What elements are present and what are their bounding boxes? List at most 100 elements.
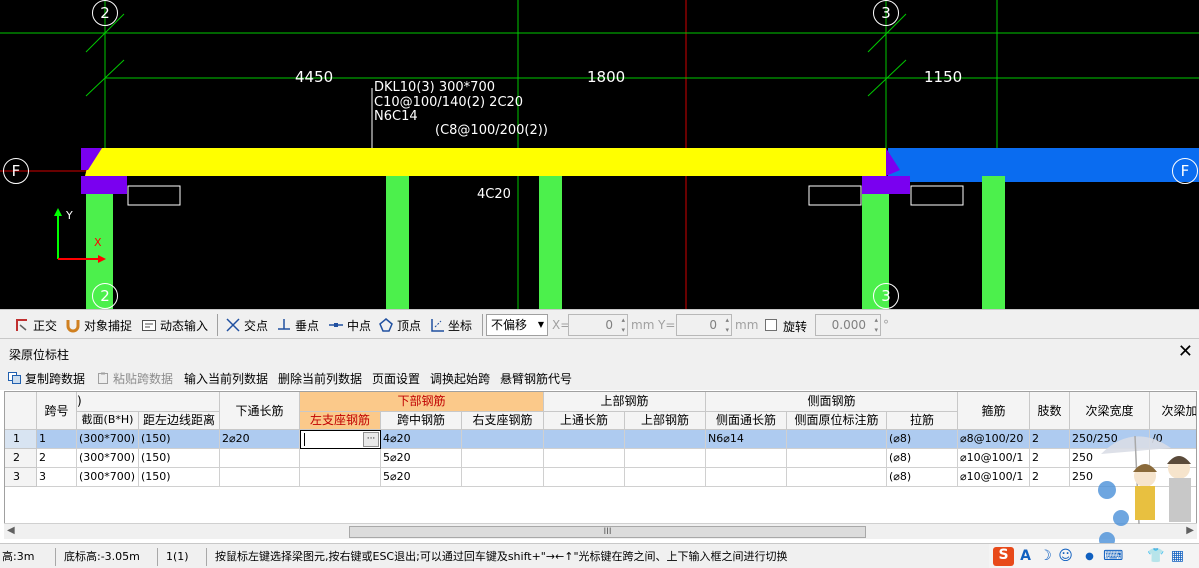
cell-section[interactable]: (300*700) — [77, 430, 139, 449]
language-icon[interactable]: A — [1017, 548, 1034, 565]
cell-top-through[interactable] — [544, 468, 625, 487]
sogou-ime-icon[interactable]: S — [993, 547, 1014, 566]
col-header-legs[interactable]: 肢数 — [1030, 392, 1070, 430]
moon-icon[interactable]: ☽ — [1037, 548, 1054, 565]
cell-tie[interactable]: (⌀8) — [887, 430, 958, 449]
col-header-stirrup[interactable]: 箍筋 — [958, 392, 1030, 430]
input-column-button[interactable]: 输入当前列数据 — [184, 370, 268, 387]
cantilever-code-button[interactable]: 悬臂钢筋代号 — [500, 370, 572, 387]
cell-left-support-editor[interactable]: ··· — [300, 430, 381, 449]
col-header-sub-beam-width[interactable]: 次梁宽度 — [1070, 392, 1150, 430]
cell-mid-span[interactable]: 5⌀20 — [381, 468, 462, 487]
cell-bottom-through[interactable] — [220, 468, 300, 487]
col-header-left-support[interactable]: 左支座钢筋 — [300, 412, 381, 430]
copy-span-button[interactable]: 复制跨数据 — [8, 370, 85, 387]
skin-icon[interactable]: 👕 — [1147, 548, 1164, 565]
beam-in-situ-panel: 梁原位标柱 ✕ 复制跨数据 粘贴跨数据 输入当前列数据 删除当前列数据 页面设置… — [0, 340, 1199, 543]
cell-span-no[interactable]: 3 — [37, 468, 77, 487]
cell-dist-left[interactable]: (150) — [139, 449, 220, 468]
y-coordinate-input[interactable]: 0 — [676, 314, 732, 336]
cell-legs[interactable]: 2 — [1030, 468, 1070, 487]
cad-drawing-canvas[interactable]: 2 3 F F 2 3 4450 1800 1150 DKL10(3) 300*… — [0, 0, 1199, 309]
col-header-dist-left[interactable]: 距左边线距离 — [139, 412, 220, 430]
paste-span-button[interactable]: 粘贴跨数据 — [96, 370, 173, 387]
cell-stirrup[interactable]: ⌀8@100/20 — [958, 430, 1030, 449]
col-header-right-support[interactable]: 右支座钢筋 — [462, 412, 544, 430]
col-header-top-rebar[interactable]: 上部钢筋 — [625, 412, 706, 430]
rotate-angle-input[interactable]: 0.000 — [815, 314, 881, 336]
col-header-top-through[interactable]: 上通长筋 — [544, 412, 625, 430]
col-header-sub-beam-more[interactable]: 次梁加 — [1150, 392, 1196, 430]
cell-side-through[interactable] — [706, 449, 787, 468]
col-header-side-original[interactable]: 侧面原位标注筋 — [787, 412, 887, 430]
cell-section[interactable]: (300*700) — [77, 449, 139, 468]
vertex-snap-button[interactable]: 顶点 — [378, 314, 421, 336]
span-data-grid[interactable]: 跨号 ) 下通长筋 下部钢筋 上部钢筋 侧面钢筋 箍筋 肢数 次梁宽度 次梁加 … — [4, 391, 1197, 524]
delete-column-button[interactable]: 删除当前列数据 — [278, 370, 362, 387]
cell-mid-span[interactable]: 4⌀20 — [381, 430, 462, 449]
beam-yellow[interactable] — [85, 148, 886, 176]
scrollbar-thumb[interactable]: III — [349, 526, 866, 538]
cell-top-rebar[interactable] — [625, 430, 706, 449]
close-icon[interactable]: ✕ — [1178, 342, 1193, 362]
cell-bottom-through[interactable]: 2⌀20 — [220, 430, 300, 449]
col-header-tie[interactable]: 拉筋 — [887, 412, 958, 430]
cell-top-rebar[interactable] — [625, 468, 706, 487]
cell-dist-left[interactable]: (150) — [139, 468, 220, 487]
col-header-side-through[interactable]: 侧面通长筋 — [706, 412, 787, 430]
ellipsis-button[interactable]: ··· — [363, 432, 379, 447]
microphone-icon[interactable]: ● — [1081, 548, 1098, 565]
row-index[interactable]: 1 — [5, 430, 37, 449]
beam-blue[interactable] — [888, 148, 1199, 182]
col-header-mid-span[interactable]: 跨中钢筋 — [381, 412, 462, 430]
cell-side-original[interactable] — [787, 449, 887, 468]
cell-left-support[interactable] — [300, 449, 381, 468]
cell-side-original[interactable] — [787, 468, 887, 487]
scroll-left-icon[interactable]: ◀ — [7, 525, 15, 536]
cell-top-through[interactable] — [544, 449, 625, 468]
cell-mid-span[interactable]: 5⌀20 — [381, 449, 462, 468]
row-index[interactable]: 3 — [5, 468, 37, 487]
toolbox-icon[interactable]: ▦ — [1169, 548, 1186, 565]
page-setup-button[interactable]: 页面设置 — [372, 370, 420, 387]
cell-left-support[interactable] — [300, 468, 381, 487]
cell-legs[interactable]: 2 — [1030, 449, 1070, 468]
cell-section[interactable]: (300*700) — [77, 468, 139, 487]
cell-bottom-through[interactable] — [220, 449, 300, 468]
cell-top-rebar[interactable] — [625, 449, 706, 468]
col-header-section[interactable]: 截面(B*H) — [77, 412, 139, 430]
cell-right-support[interactable] — [462, 449, 544, 468]
rotate-checkbox[interactable] — [765, 319, 777, 331]
perpendicular-snap-button[interactable]: 垂点 — [276, 314, 319, 336]
cell-dist-left[interactable]: (150) — [139, 430, 220, 449]
cell-stirrup[interactable]: ⌀10@100/1 — [958, 449, 1030, 468]
cell-span-no[interactable]: 1 — [37, 430, 77, 449]
intersection-snap-button[interactable]: 交点 — [225, 314, 268, 336]
cell-span-no[interactable]: 2 — [37, 449, 77, 468]
dynamic-input-button[interactable]: 动态输入 — [141, 314, 208, 336]
cell-right-support[interactable] — [462, 430, 544, 449]
keyboard-icon[interactable]: ⌨ — [1103, 548, 1123, 565]
cell-top-through[interactable] — [544, 430, 625, 449]
cell-right-support[interactable] — [462, 468, 544, 487]
cell-stirrup[interactable]: ⌀10@100/1 — [958, 468, 1030, 487]
coordinate-snap-button[interactable]: 坐标 — [429, 314, 472, 336]
offset-mode-dropdown[interactable]: 不偏移 ▼ — [486, 314, 548, 336]
cell-side-original[interactable] — [787, 430, 887, 449]
col-header-span-no[interactable]: 跨号 — [37, 392, 77, 430]
swap-start-span-button[interactable]: 调换起始跨 — [430, 370, 490, 387]
cell-side-through[interactable]: N6⌀14 — [706, 430, 787, 449]
emoji-icon[interactable]: ☺ — [1057, 548, 1074, 565]
row-index[interactable]: 2 — [5, 449, 37, 468]
ortho-button[interactable]: 正交 — [14, 314, 57, 336]
cell-side-through[interactable] — [706, 468, 787, 487]
horizontal-scrollbar[interactable]: ◀ III ▶ — [4, 523, 1197, 539]
cell-tie[interactable]: (⌀8) — [887, 468, 958, 487]
object-snap-button[interactable]: 对象捕捉 — [65, 314, 132, 336]
cell-legs[interactable]: 2 — [1030, 430, 1070, 449]
cell-tie[interactable]: (⌀8) — [887, 449, 958, 468]
col-header-bottom-through[interactable]: 下通长筋 — [220, 392, 300, 430]
x-coordinate-input[interactable]: 0 — [568, 314, 628, 336]
paste-icon — [98, 372, 108, 384]
midpoint-snap-button[interactable]: 中点 — [328, 314, 371, 336]
